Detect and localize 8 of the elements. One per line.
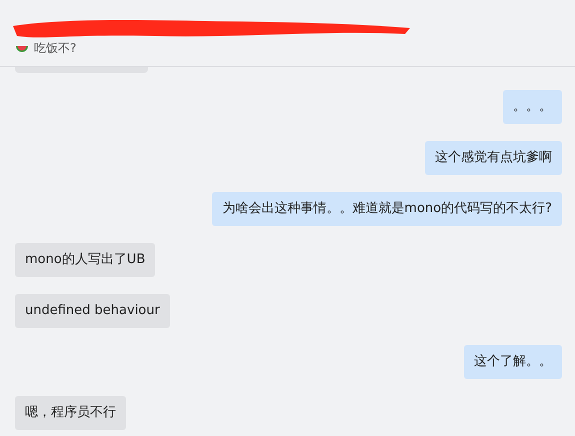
message-bubble: mono的人写出了UB xyxy=(15,243,156,277)
message-bubble: 这个感觉有点坑爹啊 xyxy=(425,141,562,175)
status-text: 吃饭不? xyxy=(34,40,76,57)
message-bubble: 这个了解。。 xyxy=(464,345,562,379)
message-bubble: undefined behaviour xyxy=(15,294,170,328)
message-bubble: 。。。 xyxy=(503,90,562,124)
message-bubble: 为啥会出这种事情。。难道就是mono的代码写的不太行? xyxy=(212,192,562,226)
message-bubble: 嗯，程序员不行 xyxy=(15,396,126,430)
